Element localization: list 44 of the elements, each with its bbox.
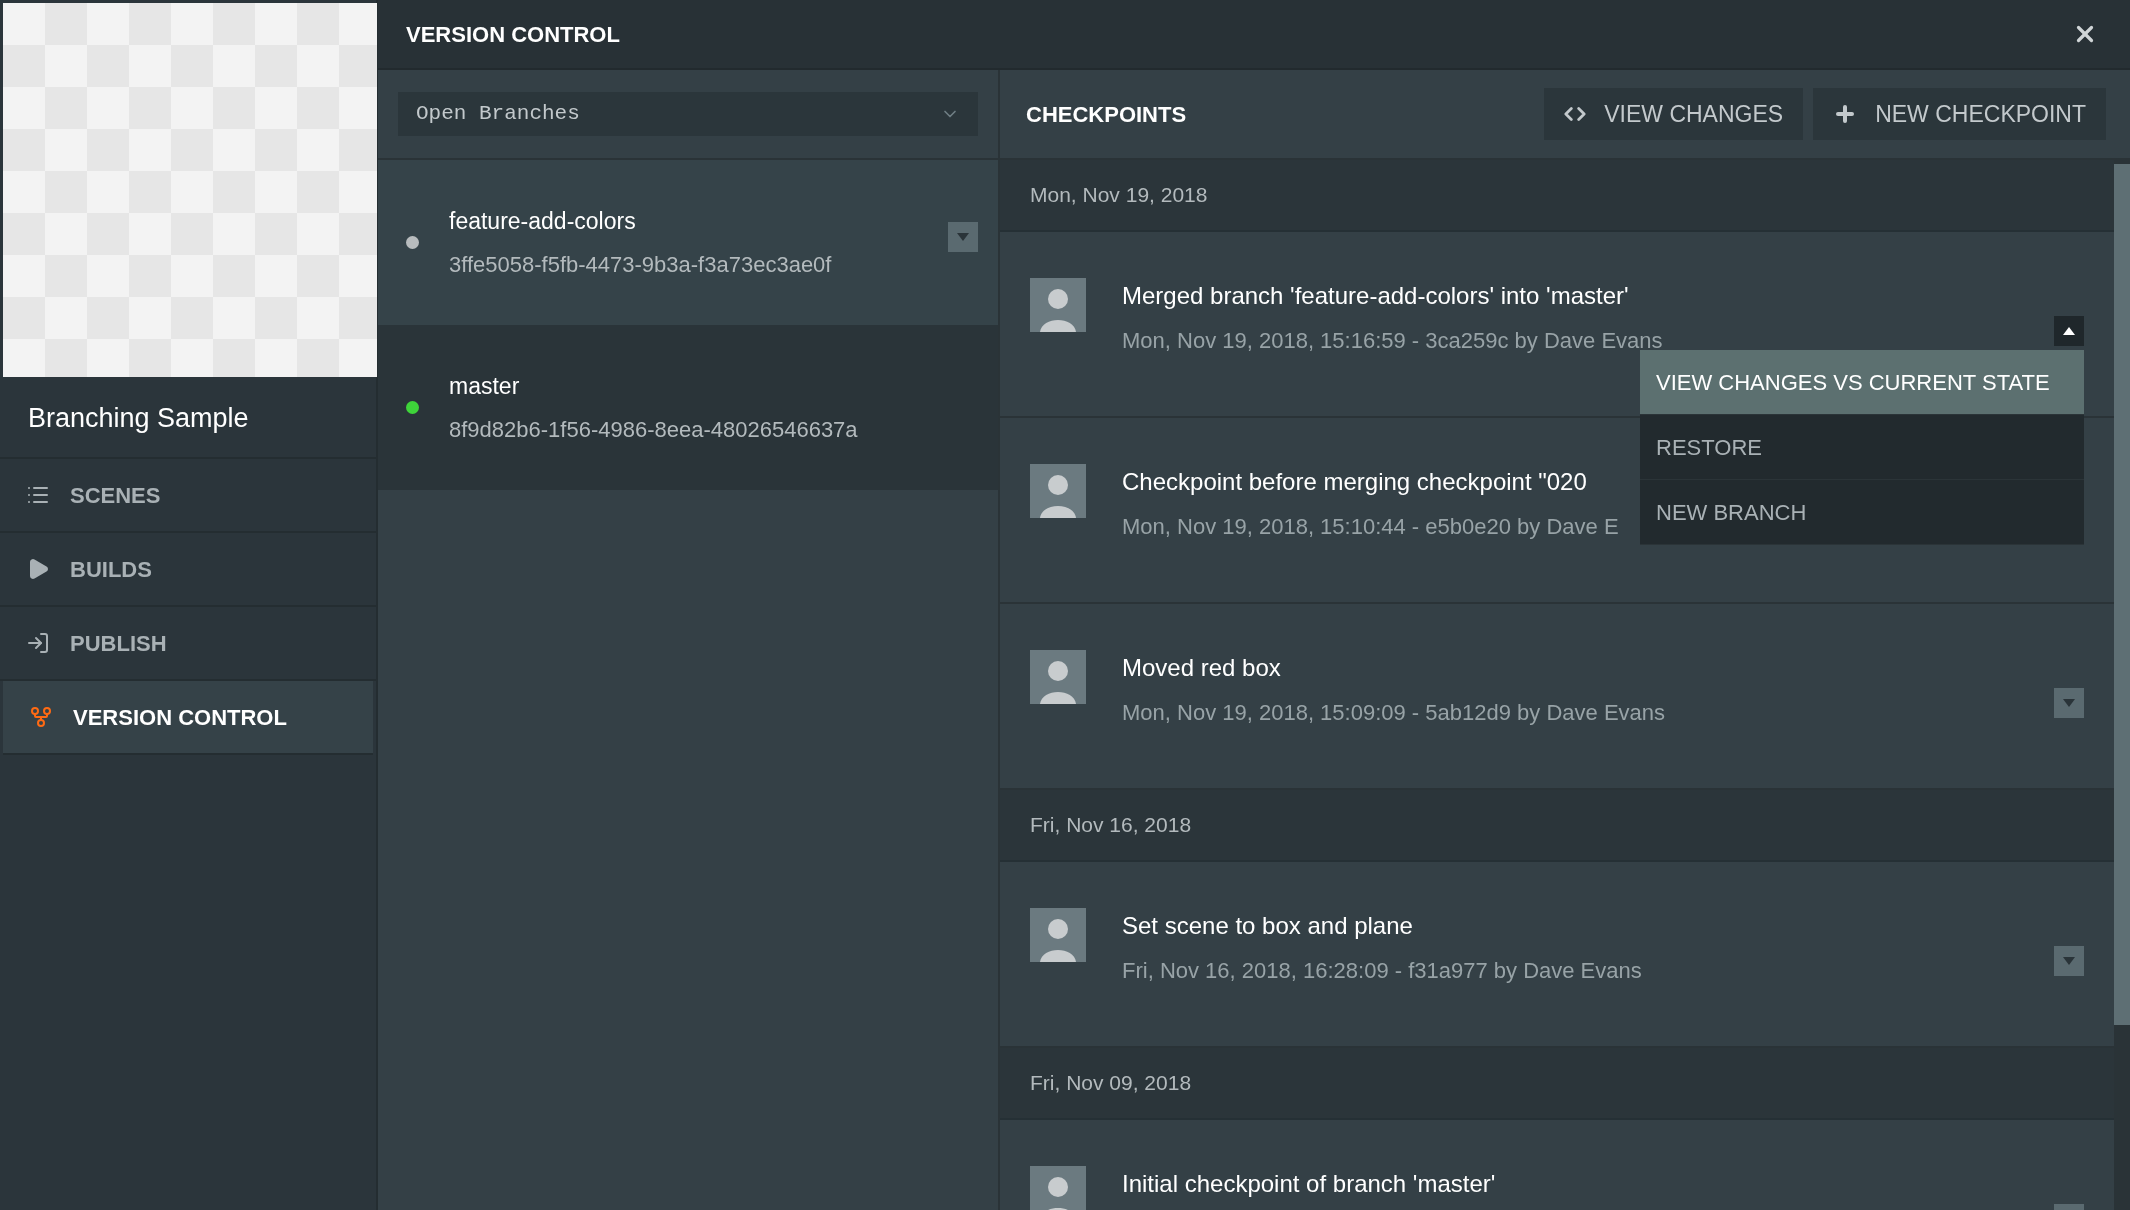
branch-name: feature-add-colors — [449, 206, 637, 236]
checkpoint-title: Initial checkpoint of branch 'master' — [1122, 1169, 1496, 1199]
branch-icon — [29, 705, 53, 729]
menu-item[interactable]: RESTORE — [1640, 415, 2084, 480]
date-header: Fri, Nov 16, 2018 — [1030, 812, 1192, 839]
checkpoint-title: Merged branch 'feature-add-colors' into 'master' — [1122, 281, 1629, 311]
project-name: Branching Sample — [28, 402, 249, 436]
expand-button[interactable] — [2054, 688, 2084, 718]
caret-down-icon — [2063, 957, 2075, 965]
avatar-placeholder — [1030, 464, 1086, 518]
branch-filter-select[interactable]: Open Branches — [398, 92, 978, 136]
expand-button[interactable] — [948, 222, 978, 252]
branch-id: 3ffe5058-f5fb-4473-9b3a-f3a73ec3ae0f — [449, 251, 833, 280]
expand-button[interactable] — [2054, 946, 2084, 976]
checkpoint-title: Checkpoint before merging checkpoint "020 — [1122, 467, 1587, 497]
branch-row[interactable]: master 8f9d82b6-1f56-4986-8eea-48026546637a — [378, 325, 998, 490]
menu-item[interactable]: VIEW CHANGES VS CURRENT STATE — [1640, 350, 2084, 415]
checkpoints-title: CHECKPOINTS — [1026, 100, 1188, 129]
nav-item[interactable]: VERSION CONTROL — [3, 681, 373, 755]
avatar-placeholder — [1030, 1166, 1086, 1210]
scrollbar-thumb[interactable] — [2114, 164, 2130, 1025]
avatar-placeholder — [1030, 908, 1086, 962]
checkpoint-meta: Fri, Nov 16, 2018, 16:28:09 - f31a977 by Dave Evans — [1122, 957, 1642, 985]
menu-item[interactable]: NEW BRANCH — [1640, 480, 2084, 545]
nav-item[interactable]: BUILDS — [0, 533, 376, 607]
avatar-placeholder — [1030, 278, 1086, 332]
checkpoint-title: Moved red box — [1122, 653, 1281, 683]
caret-down-icon — [957, 233, 969, 241]
caret-up-icon — [2063, 327, 2075, 335]
date-header: Fri, Nov 09, 2018 — [1030, 1070, 1192, 1097]
checkpoint-title: Set scene to box and plane — [1122, 911, 1413, 941]
branch-id: 8f9d82b6-1f56-4986-8eea-48026546637a — [449, 416, 859, 445]
enter-icon — [26, 631, 50, 655]
nav-item[interactable]: SCENES — [0, 459, 376, 533]
view-changes-button[interactable]: VIEW CHANGES — [1544, 88, 1804, 140]
caret-down-icon — [2063, 699, 2075, 707]
branch-name: master — [449, 371, 521, 401]
checkpoint-meta: Mon, Nov 19, 2018, 15:09:09 - 5ab12d9 by Dave Evans — [1122, 699, 1666, 727]
collapse-button[interactable] — [2054, 316, 2084, 346]
checkpoint-meta: Mon, Nov 19, 2018, 15:10:44 - e5b0e20 by Dave E — [1122, 513, 1619, 541]
new-checkpoint-button[interactable]: NEW CHECKPOINT — [1813, 88, 2106, 140]
panel-title: VERSION CONTROL — [406, 20, 620, 49]
date-header: Mon, Nov 19, 2018 — [1030, 182, 1208, 209]
avatar-placeholder — [1030, 650, 1086, 704]
